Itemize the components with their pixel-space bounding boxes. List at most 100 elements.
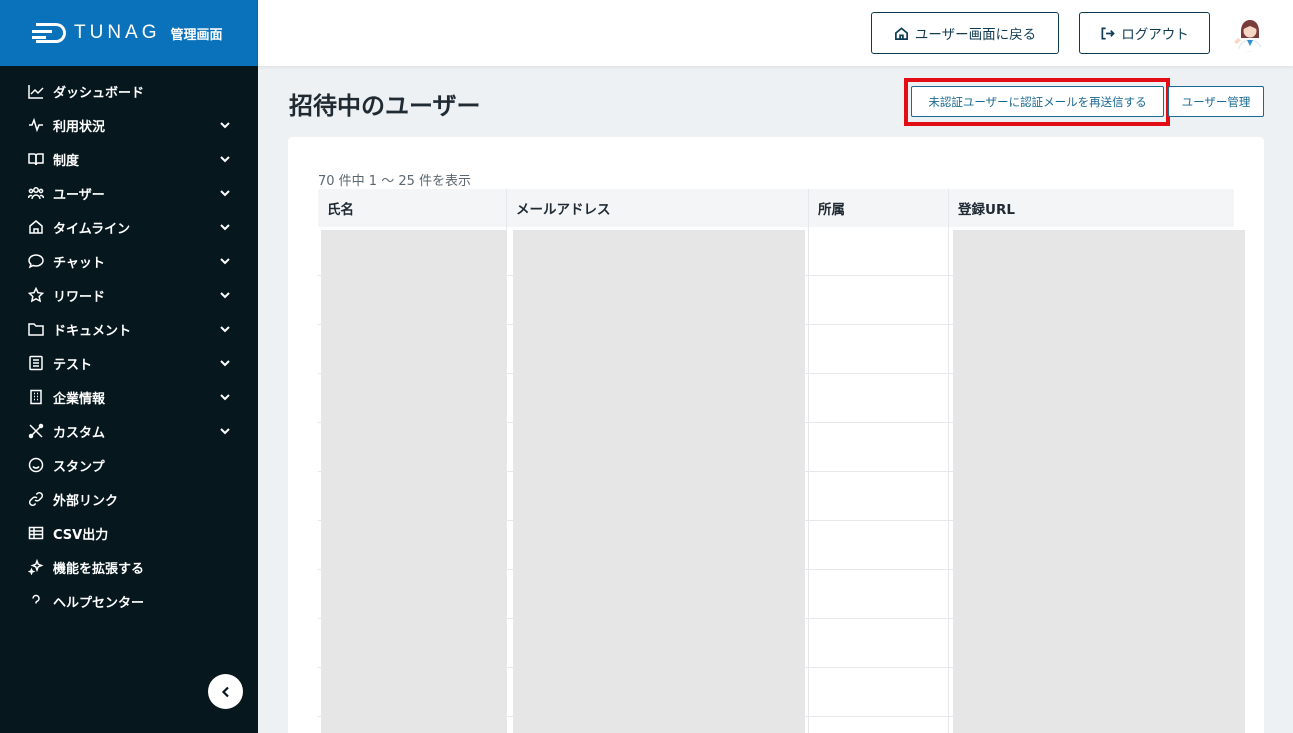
star-icon — [27, 286, 45, 304]
book-icon — [27, 150, 45, 168]
chat-bubble-icon — [27, 252, 45, 270]
logout-button[interactable]: ログアウト — [1079, 12, 1210, 54]
users-icon — [27, 184, 45, 202]
cell-department — [809, 521, 949, 569]
checklist-icon — [27, 354, 45, 372]
tunag-logo-mark-icon — [32, 23, 66, 43]
chevron-down-icon — [220, 324, 230, 334]
chevron-down-icon — [220, 392, 230, 402]
cell-department — [809, 717, 949, 733]
sidebar: TUNAG 管理画面 ダッシュボード 利用状況 制度 ユーザー タイムライン チ… — [0, 0, 258, 733]
sidebar-item-reward[interactable]: リワード — [0, 278, 258, 312]
sparkle-icon — [27, 558, 45, 576]
tunag-logo: TUNAG — [32, 22, 161, 44]
redacted-url-column — [953, 230, 1245, 733]
tools-icon — [27, 422, 45, 440]
brand-subtitle: 管理画面 — [170, 27, 223, 43]
sidebar-item-label: リワード — [53, 289, 106, 305]
chevron-down-icon — [220, 256, 230, 266]
sidebar-item-label: 外部リンク — [53, 493, 119, 509]
home-icon — [27, 218, 45, 236]
chevron-down-icon — [220, 358, 230, 368]
sidebar-item-external-link[interactable]: 外部リンク — [0, 482, 258, 516]
sidebar-item-label: ヘルプセンター — [53, 595, 145, 611]
cell-department — [809, 472, 949, 520]
chevron-down-icon — [220, 120, 230, 130]
sidebar-item-label: ダッシュボード — [53, 85, 145, 101]
sidebar-item-label: テスト — [53, 357, 93, 373]
sidebar-item-label: 利用状況 — [53, 119, 106, 135]
table-icon — [27, 524, 45, 542]
home-icon — [894, 26, 908, 40]
cell-department — [809, 227, 949, 275]
sidebar-item-label: ドキュメント — [53, 323, 132, 339]
sidebar-item-label: スタンプ — [53, 459, 105, 475]
cell-department — [809, 374, 949, 422]
redacted-email-column — [513, 230, 805, 733]
resend-verification-email-label: 未認証ユーザーに認証メールを再送信する — [928, 94, 1147, 109]
sidebar-item-test[interactable]: テスト — [0, 346, 258, 380]
sidebar-item-label: 企業情報 — [53, 391, 106, 407]
chevron-down-icon — [220, 290, 230, 300]
sidebar-item-help[interactable]: ヘルプセンター — [0, 584, 258, 618]
sidebar-nav: ダッシュボード 利用状況 制度 ユーザー タイムライン チャット リワード ドキ… — [0, 66, 258, 618]
top-header: ユーザー画面に戻る ログアウト — [258, 0, 1293, 66]
chevron-down-icon — [220, 222, 230, 232]
logout-icon — [1101, 27, 1116, 39]
avatar-illustration-icon — [1230, 14, 1268, 52]
sidebar-item-label: CSV出力 — [53, 527, 109, 543]
link-icon — [27, 490, 45, 508]
chart-line-icon — [27, 82, 45, 100]
brand-name: TUNAG — [74, 22, 161, 43]
back-to-user-screen-label: ユーザー画面に戻る — [914, 27, 1037, 43]
cell-department — [809, 619, 949, 667]
chevron-down-icon — [220, 154, 230, 164]
redacted-name-column — [321, 230, 506, 733]
user-management-button[interactable]: ユーザー管理 — [1168, 86, 1264, 117]
page-title: 招待中のユーザー — [289, 92, 481, 120]
cell-department — [809, 276, 949, 324]
sidebar-item-csv-export[interactable]: CSV出力 — [0, 516, 258, 550]
resend-verification-email-button[interactable]: 未認証ユーザーに認証メールを再送信する — [911, 86, 1164, 117]
user-management-label: ユーザー管理 — [1181, 94, 1251, 109]
folder-icon — [27, 320, 45, 338]
chevron-left-icon — [221, 686, 229, 697]
smiley-icon — [27, 456, 45, 474]
column-header-name[interactable]: 氏名 — [318, 189, 507, 227]
sidebar-item-label: カスタム — [53, 425, 106, 441]
sidebar-item-usage[interactable]: 利用状況 — [0, 108, 258, 142]
building-icon — [27, 388, 45, 406]
cell-department — [809, 668, 949, 716]
sidebar-item-label: 制度 — [53, 153, 80, 169]
column-header-department[interactable]: 所属 — [809, 189, 949, 227]
sidebar-item-label: チャット — [53, 255, 105, 271]
logout-label: ログアウト — [1121, 27, 1189, 43]
cell-department — [809, 570, 949, 618]
sidebar-item-label: 機能を拡張する — [53, 561, 145, 577]
chevron-down-icon — [220, 426, 230, 436]
pagination-count: 70 件中 1 〜 25 件を表示 — [318, 174, 472, 189]
sidebar-item-dashboard[interactable]: ダッシュボード — [0, 74, 258, 108]
sidebar-item-timeline[interactable]: タイムライン — [0, 210, 258, 244]
sidebar-item-chat[interactable]: チャット — [0, 244, 258, 278]
sidebar-item-stamp[interactable]: スタンプ — [0, 448, 258, 482]
sidebar-item-label: ユーザー — [53, 187, 105, 203]
sidebar-item-document[interactable]: ドキュメント — [0, 312, 258, 346]
question-icon — [27, 592, 45, 610]
sidebar-item-system[interactable]: 制度 — [0, 142, 258, 176]
column-header-registration-url[interactable]: 登録URL — [949, 189, 1234, 227]
pulse-icon — [27, 116, 45, 134]
chevron-down-icon — [220, 188, 230, 198]
sidebar-item-label: タイムライン — [53, 221, 131, 237]
cell-department — [809, 423, 949, 471]
sidebar-collapse-button[interactable] — [208, 674, 243, 709]
column-header-email[interactable]: メールアドレス — [507, 189, 809, 227]
sidebar-item-company[interactable]: 企業情報 — [0, 380, 258, 414]
sidebar-item-users[interactable]: ユーザー — [0, 176, 258, 210]
brand-header[interactable]: TUNAG 管理画面 — [0, 0, 258, 66]
sidebar-item-custom[interactable]: カスタム — [0, 414, 258, 448]
avatar[interactable] — [1230, 14, 1268, 52]
back-to-user-screen-button[interactable]: ユーザー画面に戻る — [871, 12, 1059, 54]
table-header: 氏名 メールアドレス 所属 登録URL — [318, 189, 1234, 227]
sidebar-item-extend[interactable]: 機能を拡張する — [0, 550, 258, 584]
